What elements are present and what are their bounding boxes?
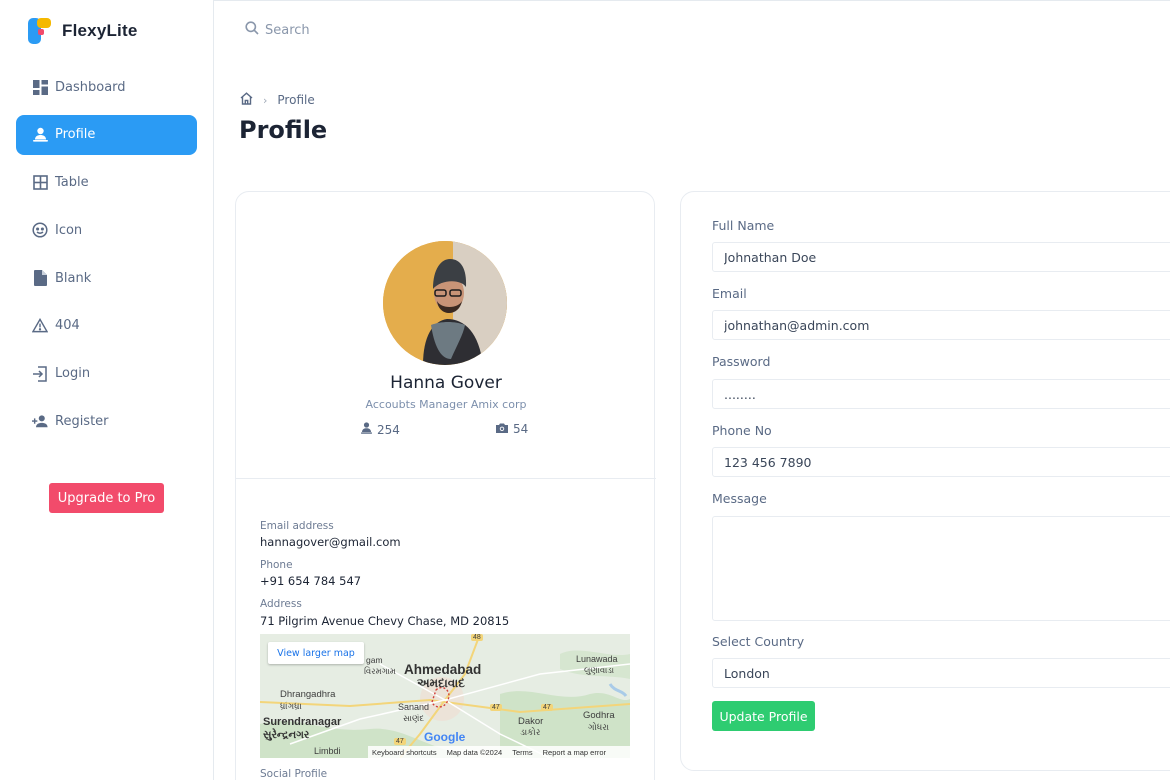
map-label-godhra-gu: ગોધરા (588, 722, 610, 732)
chevron-right-icon: › (263, 93, 268, 107)
email-value: hannagover@gmail.com (260, 535, 401, 549)
sidebar: FlexyLite Dashboard Profile Table Icon B… (0, 0, 214, 780)
phone-value: +91 654 784 547 (260, 574, 362, 588)
profile-name: Hanna Gover (390, 373, 502, 393)
user-plus-icon (32, 414, 48, 430)
map-keyboard-shortcuts[interactable]: Keyboard shortcuts (372, 748, 437, 757)
photos-count: 54 (513, 422, 529, 436)
map-label-sanand-gu: સાણંદ (403, 713, 425, 723)
sidebar-item-icon[interactable]: Icon (16, 210, 197, 250)
map-label-viramgam: gam (366, 655, 383, 665)
upgrade-button[interactable]: Upgrade to Pro (49, 483, 164, 513)
sidebar-item-login[interactable]: Login (16, 354, 197, 394)
map-label-sanand: Sanand (398, 702, 430, 712)
update-profile-button[interactable]: Update Profile (712, 701, 815, 731)
map-data-credit: Map data ©2024 (446, 747, 503, 757)
sidebar-item-blank[interactable]: Blank (16, 258, 197, 298)
warning-icon (32, 318, 48, 334)
google-logo: Google (424, 730, 466, 744)
file-icon (32, 270, 48, 287)
sidebar-nav: Dashboard Profile Table Icon Blank 404 L… (16, 67, 197, 449)
brand[interactable]: FlexyLite (28, 18, 138, 44)
profile-card: Hanna Gover Accoubts Manager Amix corp 2… (235, 191, 656, 780)
message-label: Message (712, 491, 767, 506)
brand-name: FlexyLite (62, 21, 138, 40)
select-country-label: Select Country (712, 634, 805, 649)
map-label-ahmedabad-gu: અમદાવાદ (417, 676, 465, 690)
phone-field[interactable] (712, 447, 1170, 477)
view-larger-map-link[interactable]: View larger map (268, 642, 364, 664)
smile-icon (32, 222, 48, 238)
sidebar-item-register[interactable]: Register (16, 402, 197, 442)
search-icon (245, 21, 259, 39)
map-label-godhra: Godhra (583, 710, 615, 721)
avatar (383, 241, 507, 365)
social-profile-label: Social Profile (260, 768, 328, 780)
map-label-surendranagar-gu: સુરેન્દ્રનગર (263, 729, 310, 741)
phone-no-label: Phone No (712, 423, 772, 438)
table-icon (32, 175, 48, 191)
breadcrumb-current: Profile (277, 93, 315, 107)
map-label-dakor: Dakor (518, 716, 544, 727)
map-label-viramgam-gu: વિરમગામ (364, 666, 396, 676)
country-select[interactable] (712, 658, 1170, 688)
sidebar-item-label: Dashboard (55, 79, 126, 95)
map-label-ahmedabad: Ahmedabad (404, 662, 482, 677)
map-label-limbdi: Limbdi (314, 746, 341, 756)
address-value: 71 Pilgrim Avenue Chevy Chase, MD 20815 (260, 614, 510, 628)
road-marker-48: 48 (471, 634, 483, 641)
user-icon (32, 127, 48, 143)
email-label: Email address (260, 520, 334, 532)
email-field[interactable] (712, 310, 1170, 340)
home-icon[interactable] (240, 92, 253, 108)
map-embed[interactable]: View larger map Ahmedabad અમદાવાદ gam વિ… (260, 634, 630, 758)
profile-role: Accoubts Manager Amix corp (365, 398, 527, 411)
address-label: Address (260, 598, 302, 610)
sidebar-item-label: Blank (55, 270, 92, 286)
road-marker-47: 47 (541, 704, 553, 711)
phone-label: Phone (260, 559, 293, 571)
search-bar[interactable] (245, 21, 465, 39)
search-input[interactable] (265, 22, 465, 38)
map-label-lunawada: Lunawada (576, 654, 618, 664)
followers-count: 254 (377, 422, 400, 437)
map-label-lunawada-gu: લુણાવાડા (584, 665, 615, 675)
road-marker-47: 47 (394, 738, 406, 745)
sidebar-item-label: Icon (55, 222, 83, 238)
breadcrumb: › Profile (240, 92, 315, 108)
road-marker-47: 47 (490, 704, 502, 711)
map-report-link[interactable]: Report a map error (543, 748, 606, 757)
email-field-label: Email (712, 286, 747, 301)
sidebar-item-label: Login (55, 366, 91, 382)
password-label: Password (712, 354, 771, 369)
sidebar-item-label: Profile (55, 127, 96, 143)
full-name-input[interactable] (712, 242, 1170, 272)
password-field[interactable] (712, 379, 1170, 409)
map-label-surendranagar: Surendranagar (263, 716, 342, 728)
login-icon (32, 366, 48, 382)
full-name-label: Full Name (712, 218, 775, 233)
photos-stat[interactable]: 54 (496, 422, 528, 436)
profile-form-card: Full Name Email Password Phone No Messag… (680, 191, 1170, 771)
map-label-dhrangadhra-gu: ધ્રાંગધ્રા (280, 701, 302, 711)
sidebar-item-label: Register (55, 414, 109, 430)
sidebar-item-label: Table (55, 175, 89, 191)
sidebar-item-profile[interactable]: Profile (16, 114, 197, 155)
camera-icon (496, 422, 508, 436)
map-footer: Keyboard shortcuts Map data ©2024 Terms … (368, 746, 630, 758)
sidebar-item-404[interactable]: 404 (16, 306, 197, 346)
divider (236, 478, 656, 479)
page-title: Profile (239, 116, 328, 144)
dashboard-icon (32, 79, 48, 95)
user-icon (361, 422, 372, 437)
map-terms-link[interactable]: Terms (512, 748, 532, 757)
map-label-dhrangadhra: Dhrangadhra (280, 689, 336, 700)
sidebar-item-table[interactable]: Table (16, 163, 197, 203)
message-textarea[interactable] (712, 516, 1170, 621)
sidebar-item-dashboard[interactable]: Dashboard (16, 67, 197, 107)
brand-logo-icon (28, 18, 52, 44)
map-label-dakor-gu: ડાકોર (520, 727, 541, 737)
followers-stat[interactable]: 254 (361, 422, 400, 437)
sidebar-item-label: 404 (55, 318, 80, 334)
